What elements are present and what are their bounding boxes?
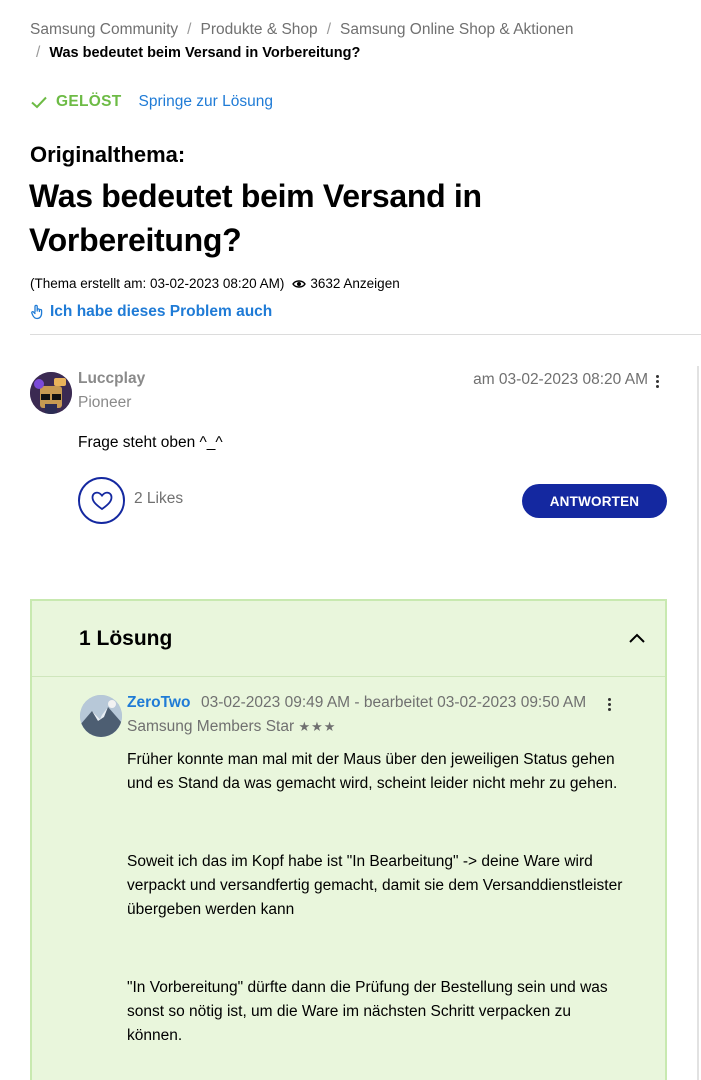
breadcrumb-item-community[interactable]: Samsung Community xyxy=(30,21,178,38)
solution-paragraph: Soweit ich das im Kopf habe ist "In Bear… xyxy=(127,853,623,918)
kebab-menu-icon[interactable] xyxy=(606,697,612,713)
breadcrumb-separator: / xyxy=(36,44,41,61)
breadcrumb-item-products[interactable]: Produkte & Shop xyxy=(200,21,317,38)
heart-icon xyxy=(91,491,112,510)
author-name[interactable]: Luccplay xyxy=(78,370,145,388)
like-button[interactable] xyxy=(78,477,125,524)
check-icon xyxy=(31,96,47,109)
author-name[interactable]: ZeroTwo xyxy=(127,694,190,712)
scrollbar-track[interactable] xyxy=(697,366,699,1080)
topic-created-date: (Thema erstellt am: 03-02-2023 08:20 AM) xyxy=(30,276,285,291)
avatar-image xyxy=(30,372,72,414)
eye-icon xyxy=(292,279,307,288)
breadcrumb: Samsung Community / Produkte & Shop / Samsun… xyxy=(30,18,680,65)
author-rank-label: Samsung Members Star xyxy=(127,718,295,735)
avatar-image xyxy=(80,695,122,737)
post-body: Frage steht oben ^_^ xyxy=(78,434,223,451)
me-too-label: Ich habe dieses Problem auch xyxy=(50,303,273,320)
hand-icon xyxy=(31,304,43,320)
accepted-solution: 1 Lösung ZeroTwo 03-02-2023 09:49 AM - b… xyxy=(30,599,667,1080)
solution-header[interactable]: 1 Lösung xyxy=(32,601,665,677)
solution-paragraph: "In Vorbereitung" dürfte dann die Prüfun… xyxy=(127,979,608,1044)
solution-body: Früher konnte man mal mit der Maus über … xyxy=(127,748,627,1080)
breadcrumb-current: Was bedeutet beim Versand in Vorbereitun… xyxy=(49,45,361,61)
rank-stars: ★★★ xyxy=(298,719,337,734)
solved-status-row: GELÖST Springe zur Lösung xyxy=(30,91,273,113)
author-rank: Samsung Members Star ★★★ xyxy=(127,718,336,736)
jump-to-solution-link[interactable]: Springe zur Lösung xyxy=(139,93,273,111)
avatar[interactable] xyxy=(80,695,122,737)
avatar[interactable] xyxy=(30,372,72,414)
original-topic-label: Originalthema: xyxy=(30,142,186,167)
breadcrumb-separator: / xyxy=(326,21,331,38)
solved-label: GELÖST xyxy=(56,93,122,110)
breadcrumb-item-shop[interactable]: Samsung Online Shop & Aktionen xyxy=(340,21,574,38)
reply-button[interactable]: ANTWORTEN xyxy=(522,484,667,518)
me-too-button[interactable]: Ich habe dieses Problem auch xyxy=(30,303,272,321)
like-count: 2 Likes xyxy=(134,490,184,507)
topic-meta: (Thema erstellt am: 03-02-2023 08:20 AM)… xyxy=(30,276,400,291)
solution-title: 1 Lösung xyxy=(79,627,173,650)
chevron-up-icon[interactable] xyxy=(628,630,646,648)
kebab-menu-icon[interactable] xyxy=(654,374,660,390)
author-rank: Pioneer xyxy=(78,394,132,411)
post-date: 03-02-2023 09:49 AM - bearbeitet 03-02-2… xyxy=(201,694,587,711)
divider xyxy=(30,334,701,335)
page-title: Was bedeutet beim Versand in Vorbereitun… xyxy=(29,178,482,258)
solution-paragraph: Früher konnte man mal mit der Maus über … xyxy=(127,751,618,792)
view-count: 3632 Anzeigen xyxy=(310,276,400,291)
post-date: am 03-02-2023 08:20 AM xyxy=(473,371,648,388)
breadcrumb-separator: / xyxy=(187,21,192,38)
breadcrumb-line: / Was bedeutet beim Versand in Vorbereitu… xyxy=(36,41,680,65)
